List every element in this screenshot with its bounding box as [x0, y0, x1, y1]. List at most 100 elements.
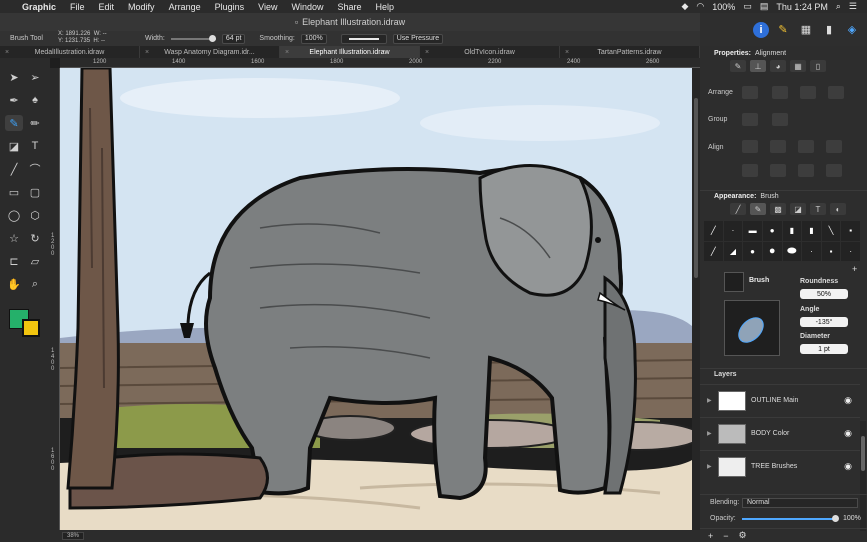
- scrollbar-thumb[interactable]: [694, 98, 698, 278]
- smoothing-field[interactable]: 100%: [300, 33, 327, 44]
- eye-icon[interactable]: ◉: [844, 461, 852, 472]
- tab-eraser-icon[interactable]: ◪: [790, 203, 806, 215]
- send-backward-button[interactable]: [800, 86, 816, 99]
- group-button[interactable]: [742, 113, 758, 126]
- stroke-color-swatch[interactable]: [22, 319, 40, 337]
- eye-icon[interactable]: ◉: [844, 395, 852, 406]
- width-field[interactable]: 64 pt: [221, 33, 246, 44]
- selection-arrow-icon[interactable]: ➤: [5, 69, 23, 85]
- menu-arrange[interactable]: Arrange: [169, 2, 201, 12]
- direct-selection-icon[interactable]: ➢: [26, 69, 44, 85]
- pen-tool-icon[interactable]: ✒: [5, 92, 23, 108]
- menu-share[interactable]: Share: [338, 2, 362, 12]
- styles-icon[interactable]: ▦: [797, 21, 815, 39]
- close-icon[interactable]: ×: [145, 49, 149, 56]
- zoom-level[interactable]: 38%: [62, 532, 85, 540]
- brush-preset[interactable]: ╱: [704, 221, 723, 241]
- layer-row[interactable]: ▶ BODY Color ◉: [700, 417, 860, 449]
- bring-forward-button[interactable]: [772, 86, 788, 99]
- distribute-h-button[interactable]: [798, 164, 814, 177]
- close-icon[interactable]: ×: [5, 49, 9, 56]
- list-icon[interactable]: ☰: [849, 1, 857, 12]
- brush-preset[interactable]: ⬬: [782, 241, 802, 261]
- anchor-tool-icon[interactable]: ♠: [26, 92, 44, 108]
- horizontal-ruler[interactable]: 1200 1400 1600 1800 2000 2200 2400 2600: [60, 58, 700, 68]
- canvas-vertical-scrollbar[interactable]: [692, 68, 700, 530]
- use-pressure-button[interactable]: Use Pressure: [392, 33, 444, 44]
- rectangle-tool-icon[interactable]: ▭: [5, 184, 23, 200]
- brush-tool-icon[interactable]: ✎: [5, 115, 23, 131]
- tab-text-icon[interactable]: T: [810, 203, 826, 215]
- tab-effect-icon[interactable]: ◐: [830, 203, 846, 215]
- rounded-rect-tool-icon[interactable]: ▢: [26, 184, 44, 200]
- layer-row[interactable]: ▶ TREE Brushes ◉: [700, 450, 860, 482]
- close-icon[interactable]: ×: [565, 49, 569, 56]
- tab-elephant[interactable]: × Elephant Illustration.idraw: [280, 46, 420, 58]
- text-tool-icon[interactable]: T: [26, 138, 44, 154]
- brush-shape-editor[interactable]: [724, 300, 780, 356]
- menu-app-name[interactable]: Graphic: [22, 2, 56, 12]
- pencil-tool-icon[interactable]: ✏: [26, 115, 44, 131]
- ungroup-button[interactable]: [772, 113, 788, 126]
- crop-tool-icon[interactable]: ⊏: [5, 253, 23, 269]
- arc-tool-icon[interactable]: ⌒: [26, 161, 44, 177]
- tab-gradient-icon[interactable]: ▩: [770, 203, 786, 215]
- drawing-canvas[interactable]: [60, 68, 692, 530]
- remove-layer-icon[interactable]: −: [723, 531, 728, 541]
- brush-preset[interactable]: ●: [762, 241, 782, 261]
- align-bottom-button[interactable]: [770, 164, 786, 177]
- menu-view[interactable]: View: [258, 2, 277, 12]
- menu-file[interactable]: File: [70, 2, 85, 12]
- brush-preset[interactable]: ▪: [821, 241, 841, 261]
- menu-modify[interactable]: Modify: [128, 2, 155, 12]
- close-icon[interactable]: ×: [285, 49, 289, 56]
- layer-name[interactable]: BODY Color: [751, 430, 844, 437]
- brush-preset[interactable]: ▬: [743, 221, 762, 241]
- tab-medal[interactable]: × MedalIllustration.idraw: [0, 46, 140, 58]
- align-top-button[interactable]: [826, 140, 842, 153]
- opacity-slider-knob[interactable]: [832, 515, 839, 522]
- brush-preset[interactable]: ╲: [821, 221, 841, 241]
- blending-select[interactable]: Normal: [742, 498, 858, 508]
- align-middle-button[interactable]: [742, 164, 758, 177]
- spiral-tool-icon[interactable]: ↻: [26, 230, 44, 246]
- battery-icon[interactable]: ▭: [743, 1, 752, 12]
- paint-roller-icon[interactable]: ▮: [820, 21, 838, 39]
- tab-line-icon[interactable]: ╱: [730, 203, 746, 215]
- width-slider[interactable]: [170, 34, 216, 42]
- brush-preset[interactable]: ▮: [782, 221, 802, 241]
- brush-preset[interactable]: ·: [841, 241, 860, 261]
- dropbox-icon[interactable]: ◆: [682, 1, 689, 12]
- tab-fill-icon[interactable]: ◕: [770, 60, 786, 72]
- close-icon[interactable]: ×: [425, 49, 429, 56]
- eraser-icon[interactable]: ◪: [5, 138, 23, 154]
- hand-tool-icon[interactable]: ✋: [5, 276, 23, 292]
- menu-window[interactable]: Window: [291, 2, 323, 12]
- tab-pen-icon[interactable]: ✎: [730, 60, 746, 72]
- disclosure-triangle-icon[interactable]: ▶: [707, 430, 712, 437]
- brush-preset[interactable]: ╱: [704, 241, 723, 261]
- wifi-icon[interactable]: ◠: [696, 1, 704, 12]
- ellipse-tool-icon[interactable]: ◯: [5, 207, 23, 223]
- tab-align-icon[interactable]: ⊥: [750, 60, 766, 72]
- angle-field[interactable]: -135°: [800, 317, 848, 327]
- layer-row[interactable]: ▶ OUTLINE Main ◉: [700, 384, 860, 416]
- flag-icon[interactable]: ▤: [760, 1, 769, 12]
- gear-icon[interactable]: ⚙: [739, 530, 747, 541]
- send-back-button[interactable]: [828, 86, 844, 99]
- slice-tool-icon[interactable]: ▱: [26, 253, 44, 269]
- layers-icon[interactable]: ◈: [843, 21, 861, 39]
- tab-grid-icon[interactable]: ▦: [790, 60, 806, 72]
- menu-help[interactable]: Help: [376, 2, 395, 12]
- scrollbar-thumb[interactable]: [861, 436, 865, 471]
- brush-preset[interactable]: ·: [723, 221, 743, 241]
- brush-preset[interactable]: ▪: [841, 221, 860, 241]
- align-right-button[interactable]: [798, 140, 814, 153]
- line-tool-icon[interactable]: ╱: [5, 161, 23, 177]
- brush-preset[interactable]: ·: [802, 241, 821, 261]
- disclosure-triangle-icon[interactable]: ▶: [707, 397, 712, 404]
- add-layer-icon[interactable]: +: [708, 531, 713, 541]
- tab-page-icon[interactable]: ▯: [810, 60, 826, 72]
- menu-plugins[interactable]: Plugins: [215, 2, 245, 12]
- disclosure-triangle-icon[interactable]: ▶: [707, 463, 712, 470]
